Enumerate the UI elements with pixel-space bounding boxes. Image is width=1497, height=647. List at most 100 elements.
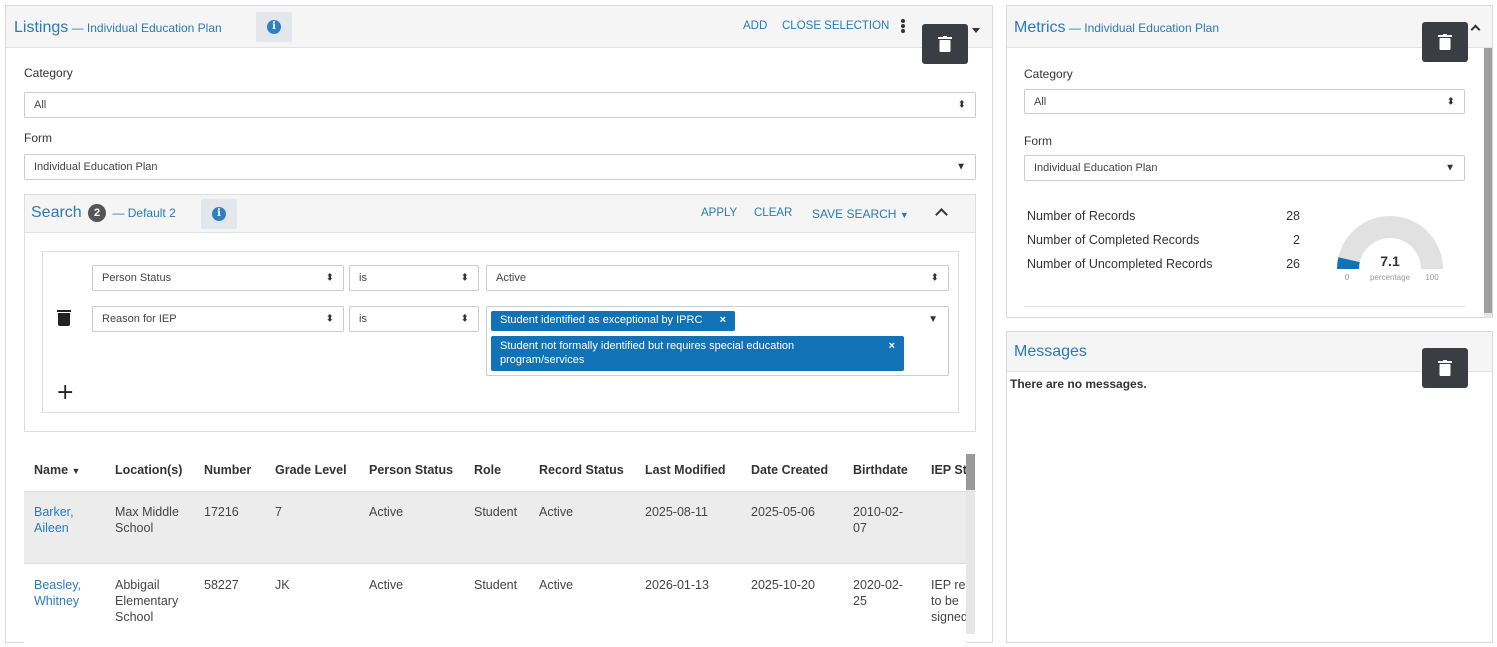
listings-subtitle: — Individual Education Plan <box>71 21 222 35</box>
metrics-scrollbar[interactable] <box>1484 48 1492 318</box>
metrics-category-label: Category <box>1024 67 1073 81</box>
completion-gauge: 7.1 0 percentage 100 <box>1337 216 1443 282</box>
trash-icon[interactable] <box>57 310 71 326</box>
criteria-field-select-1[interactable]: Person Status ⬍ <box>92 265 344 291</box>
search-info-button[interactable]: i <box>201 199 237 229</box>
close-selection-button[interactable]: CLOSE SELECTION <box>782 20 889 32</box>
col-record-status[interactable]: Record Status <box>539 463 624 477</box>
metric-completed-label: Number of Completed Records <box>1027 233 1200 247</box>
trash-icon <box>1438 360 1452 376</box>
col-person-status[interactable]: Person Status <box>369 463 453 477</box>
scrollbar-thumb[interactable] <box>1484 48 1492 313</box>
category-value: All <box>34 99 47 111</box>
form-value: Individual Education Plan <box>34 161 158 173</box>
remove-tag-icon[interactable]: × <box>889 339 895 353</box>
metrics-form-select[interactable]: Individual Education Plan ▼ <box>1024 155 1465 181</box>
selected-tag-2-label: Student not formally identified but requ… <box>500 340 795 366</box>
col-grade-level[interactable]: Grade Level <box>275 463 347 477</box>
table-row[interactable]: Beasley, Whitney Abbigail Elementary Sch… <box>24 565 966 644</box>
table-header-row: Name ▼ Location(s) Number Grade Level Pe… <box>24 449 976 492</box>
criteria-field-1: Person Status <box>102 272 172 284</box>
row-person-status: Active <box>369 505 404 519</box>
criteria-value-1: Active <box>496 272 526 284</box>
row-last-modified: 2025-08-11 <box>645 505 709 519</box>
apply-button[interactable]: APPLY <box>701 207 737 219</box>
metrics-title-text: Metrics <box>1014 19 1066 36</box>
info-icon: i <box>267 20 281 34</box>
listings-table: Name ▼ Location(s) Number Grade Level Pe… <box>24 449 976 644</box>
criteria-op-select-1[interactable]: is ⬍ <box>349 265 479 291</box>
table-scrollbar[interactable] <box>966 454 975 634</box>
messages-panel: Messages There are no messages. <box>1006 331 1493 643</box>
listings-info-button[interactable]: i <box>256 12 292 42</box>
search-section: Search 2 — Default 2 i APPLY CLEAR SAVE … <box>24 194 976 432</box>
metrics-category-value: All <box>1034 95 1047 108</box>
row-location: Max Middle School <box>115 505 179 535</box>
col-number[interactable]: Number <box>204 463 251 477</box>
sort-arrows-icon: ⬍ <box>460 272 469 284</box>
col-last-modified[interactable]: Last Modified <box>645 463 726 477</box>
category-select[interactable]: All ⬍ <box>24 92 976 118</box>
col-birthdate[interactable]: Birthdate <box>853 463 908 477</box>
col-role[interactable]: Role <box>474 463 501 477</box>
metrics-form-value: Individual Education Plan <box>1034 162 1158 174</box>
remove-tag-icon[interactable]: × <box>720 314 726 326</box>
table-row[interactable]: Barker, Aileen Max Middle School 17216 7… <box>24 492 966 564</box>
row-name-link[interactable]: Beasley, Whitney <box>34 577 94 609</box>
form-label: Form <box>24 131 52 145</box>
row-grade: 7 <box>275 505 282 519</box>
caret-down-icon: ▼ <box>899 210 909 220</box>
category-label: Category <box>24 66 73 80</box>
col-location[interactable]: Location(s) <box>115 463 182 477</box>
criteria-multiselect[interactable]: Student identified as exceptional by IPR… <box>486 306 949 376</box>
messages-empty-text: There are no messages. <box>1010 377 1147 391</box>
more-options-icon[interactable] <box>899 18 907 38</box>
metrics-delete-button[interactable] <box>1422 22 1468 62</box>
col-date-created[interactable]: Date Created <box>751 463 828 477</box>
clear-button[interactable]: CLEAR <box>754 207 792 219</box>
metrics-category-select[interactable]: All ⬍ <box>1024 89 1465 114</box>
metrics-panel: Metrics — Individual Education Plan Cate… <box>1006 5 1493 318</box>
row-name-link[interactable]: Barker, Aileen <box>34 504 94 536</box>
sort-arrows-icon: ⬍ <box>930 272 939 284</box>
criteria-op-1: is <box>359 272 367 284</box>
listings-title: Listings — Individual Education Plan <box>14 19 222 37</box>
row-location: Abbigail Elementary School <box>115 578 179 624</box>
collapse-dropdown-icon[interactable] <box>972 28 980 33</box>
metrics-divider <box>1024 306 1465 307</box>
add-button[interactable]: ADD <box>743 20 767 32</box>
listings-panel: Listings — Individual Education Plan i A… <box>5 5 993 644</box>
search-subtitle: — Default 2 <box>112 206 176 220</box>
criteria-op-select-2[interactable]: is ⬍ <box>349 306 479 332</box>
caret-down-icon: ▼ <box>956 161 966 173</box>
row-number: 58227 <box>204 578 239 592</box>
sort-desc-icon: ▼ <box>71 466 81 476</box>
caret-down-icon: ▼ <box>1445 162 1455 174</box>
sort-arrows-icon: ⬍ <box>325 272 334 284</box>
gauge-max: 100 <box>1425 273 1439 282</box>
selected-tag-1: Student identified as exceptional by IPR… <box>491 311 735 331</box>
gauge-min: 0 <box>1345 273 1350 282</box>
sort-arrows-icon: ⬍ <box>957 99 966 111</box>
listings-delete-button[interactable] <box>922 24 968 64</box>
metric-uncompleted-value: 26 <box>1286 257 1300 271</box>
row-last-modified: 2026-01-13 <box>645 578 709 592</box>
add-criteria-button[interactable]: + <box>56 380 74 405</box>
criteria-field-select-2[interactable]: Reason for IEP ⬍ <box>92 306 344 332</box>
col-name[interactable]: Name ▼ <box>34 463 80 477</box>
criteria-value-select-1[interactable]: Active ⬍ <box>486 265 949 291</box>
search-count-badge: 2 <box>88 204 107 222</box>
sort-arrows-icon: ⬍ <box>1446 96 1455 107</box>
criteria-field-2: Reason for IEP <box>102 313 177 325</box>
gauge-value: 7.1 <box>1380 253 1400 269</box>
messages-delete-button[interactable] <box>1422 348 1468 388</box>
row-number: 17216 <box>204 505 239 519</box>
metric-records-label: Number of Records <box>1027 209 1136 223</box>
scrollbar-thumb[interactable] <box>966 454 975 490</box>
metrics-subtitle: — Individual Education Plan <box>1068 21 1219 35</box>
save-search-button[interactable]: SAVE SEARCH ▼ <box>812 207 909 221</box>
row-iep-status: IEP re to be signed <box>931 578 966 624</box>
col-iep-status[interactable]: IEP St <box>931 463 967 477</box>
metrics-title: Metrics — Individual Education Plan <box>1014 19 1219 37</box>
form-select[interactable]: Individual Education Plan ▼ <box>24 154 976 180</box>
